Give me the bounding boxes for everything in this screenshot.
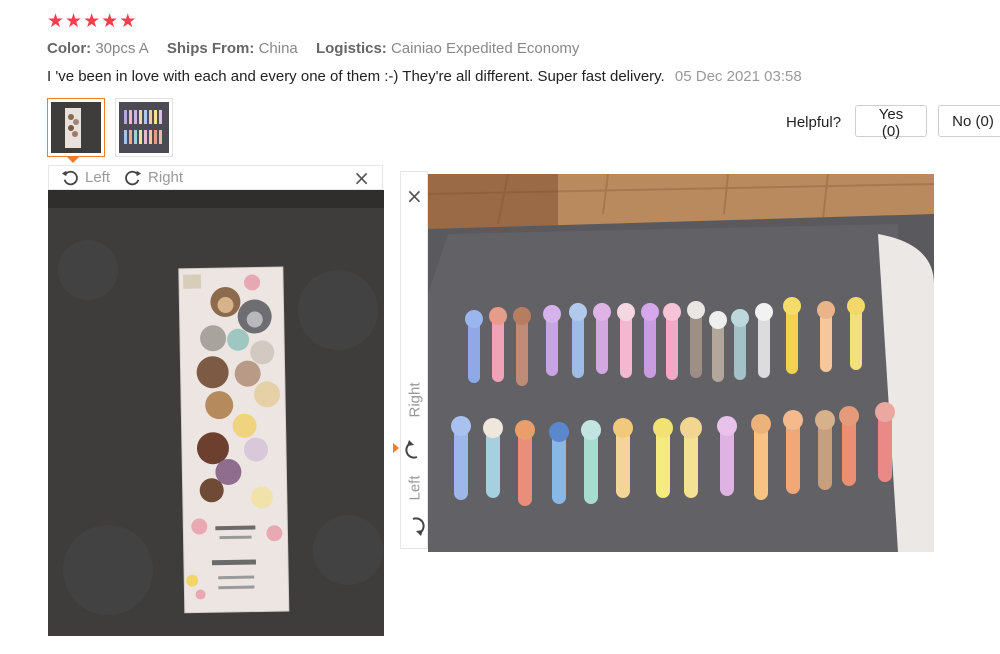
close-viewer-1-icon[interactable]: × bbox=[353, 166, 370, 190]
rotate-right-label-vertical[interactable]: Right bbox=[407, 382, 424, 417]
order-attributes: Color: 30pcs A Ships From: China Logisti… bbox=[47, 40, 593, 57]
rotate-left-label-vertical[interactable]: Left bbox=[407, 475, 424, 500]
active-photo-indicator bbox=[393, 443, 399, 453]
active-thumbnail-indicator bbox=[66, 156, 80, 163]
rotate-left-icon bbox=[61, 170, 78, 185]
close-viewer-2-icon[interactable]: × bbox=[406, 184, 423, 208]
logistics-label: Logistics: bbox=[315, 40, 387, 57]
star-icon: ★ bbox=[119, 10, 137, 32]
rotate-left-button[interactable]: Left bbox=[61, 169, 110, 187]
helpful-no-button[interactable]: No (0) bbox=[938, 105, 1000, 137]
star-icon: ★ bbox=[101, 10, 119, 32]
star-icon: ★ bbox=[83, 10, 101, 32]
helpful-yes-button[interactable]: Yes (0) bbox=[855, 105, 927, 140]
rotate-right-label: Right bbox=[148, 169, 184, 186]
rotate-right-button[interactable]: Right bbox=[124, 169, 183, 187]
ships-from-label: Ships From: bbox=[166, 40, 255, 57]
review-text: I 've been in love with each and every o… bbox=[47, 68, 665, 85]
viewer-2-toolbar: × Right Left bbox=[400, 171, 428, 549]
rotate-left-label: Left bbox=[85, 169, 111, 186]
review-photo-1 bbox=[48, 190, 384, 636]
ships-from-value: China bbox=[258, 40, 298, 57]
rotate-right-icon bbox=[125, 170, 142, 185]
rating-stars: ★ ★ ★ ★ ★ bbox=[47, 11, 136, 31]
rotate-left-icon[interactable] bbox=[405, 516, 425, 536]
star-icon: ★ bbox=[65, 10, 83, 32]
star-icon: ★ bbox=[47, 10, 65, 32]
thumbnail-1[interactable] bbox=[47, 98, 105, 157]
viewer-1-toolbar: Left Right × bbox=[48, 165, 383, 190]
review-photo-2 bbox=[428, 174, 934, 552]
rotate-right-icon[interactable] bbox=[405, 440, 425, 460]
color-label: Color: bbox=[47, 40, 92, 57]
color-value: 30pcs A bbox=[95, 40, 149, 57]
logistics-value: Cainiao Expedited Economy bbox=[390, 40, 580, 57]
review-body: I 've been in love with each and every o… bbox=[47, 68, 802, 85]
review-date: 05 Dec 2021 03:58 bbox=[674, 68, 802, 85]
helpful-label: Helpful? bbox=[786, 114, 842, 131]
thumbnail-2[interactable] bbox=[115, 98, 173, 157]
thumbnail-2-image bbox=[119, 102, 169, 153]
thumbnail-1-image bbox=[51, 102, 101, 153]
